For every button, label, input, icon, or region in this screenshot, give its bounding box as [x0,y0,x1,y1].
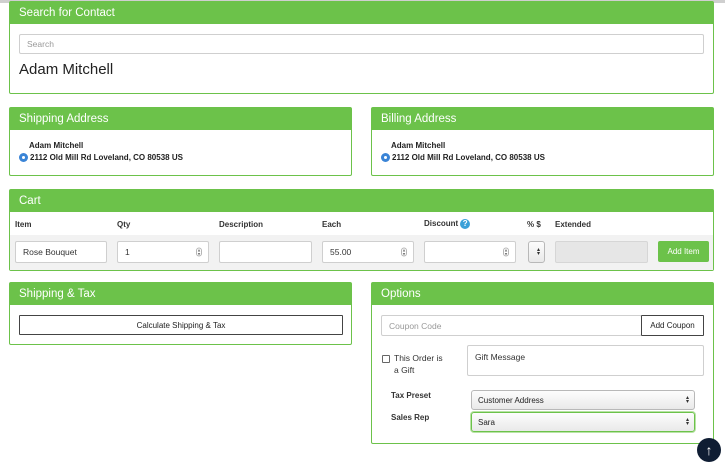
col-percent-dollar: % $ [527,220,541,229]
sales-rep-value: Sara [478,417,495,427]
tax-preset-label: Tax Preset [391,391,431,400]
tax-preset-value: Customer Address [478,395,544,405]
contact-search-input[interactable]: Search [19,34,704,54]
qty-stepper[interactable]: 1 ▴ ▾ [117,241,209,263]
shipping-address-line: 2112 Old Mill Rd Loveland, CO 80538 US [19,153,183,162]
gift-label-line2: a Gift [394,365,415,375]
col-qty: Qty [117,220,131,229]
col-each: Each [322,220,342,229]
location-pin-icon [19,153,28,162]
add-coupon-button[interactable]: Add Coupon [641,315,704,336]
col-discount-label: Discount [424,219,459,229]
shipping-name: Adam Mitchell [29,141,84,150]
gift-label: This Order is a Gift [394,352,443,376]
gift-label-line1: This Order is [394,353,443,363]
col-discount: Discount? [424,219,471,229]
add-item-button[interactable]: Add Item [658,241,709,262]
billing-name: Adam Mitchell [391,141,446,150]
select-caret-icon: ▴ ▾ [685,417,689,427]
select-caret-icon: ▴ ▾ [536,247,540,257]
billing-address-text: 2112 Old Mill Rd Loveland, CO 80538 US [392,153,545,162]
shipping-address-text: 2112 Old Mill Rd Loveland, CO 80538 US [30,153,183,162]
gift-message-textarea[interactable]: Gift Message [467,345,704,376]
col-extended: Extended [555,220,592,229]
selected-contact-name: Adam Mitchell [19,61,114,78]
help-icon[interactable]: ? [460,219,471,229]
extended-input [555,241,648,263]
options-title: Options [372,283,713,305]
each-price-stepper[interactable]: 55.00 ▴ ▾ [322,241,414,263]
col-description: Description [219,220,264,229]
percent-dollar-select[interactable]: ▴ ▾ [528,241,545,263]
gift-checkbox[interactable] [382,355,390,363]
billing-address-line: 2112 Old Mill Rd Loveland, CO 80538 US [381,153,545,162]
coupon-code-input[interactable]: Coupon Code [381,315,642,336]
arrow-up-icon[interactable]: ↑ [697,438,721,462]
col-item: Item [15,220,32,229]
billing-address-title: Billing Address [372,108,713,130]
qty-spin-icon[interactable]: ▴ ▾ [196,247,202,257]
cart-title: Cart [10,190,713,212]
search-contact-title: Search for Contact [10,2,713,24]
shipping-tax-panel: Shipping & Tax [9,282,352,345]
shipping-tax-title: Shipping & Tax [10,283,351,305]
qty-value: 1 [125,247,130,257]
item-input[interactable]: Rose Bouquet [15,241,107,263]
discount-stepper[interactable]: ▴ ▾ [424,241,516,263]
each-spin-icon[interactable]: ▴ ▾ [401,247,407,257]
location-pin-icon [381,153,390,162]
shipping-address-title: Shipping Address [10,108,351,130]
sales-rep-label: Sales Rep [391,413,430,422]
select-caret-icon: ▴ ▾ [685,395,689,405]
discount-spin-icon[interactable]: ▴ ▾ [503,247,509,257]
description-input[interactable] [219,241,312,263]
calculate-shipping-button[interactable]: Calculate Shipping & Tax [19,315,343,335]
each-value: 55.00 [330,247,352,257]
tax-preset-select[interactable]: Customer Address ▴ ▾ [471,390,695,410]
sales-rep-select[interactable]: Sara ▴ ▾ [471,412,695,432]
